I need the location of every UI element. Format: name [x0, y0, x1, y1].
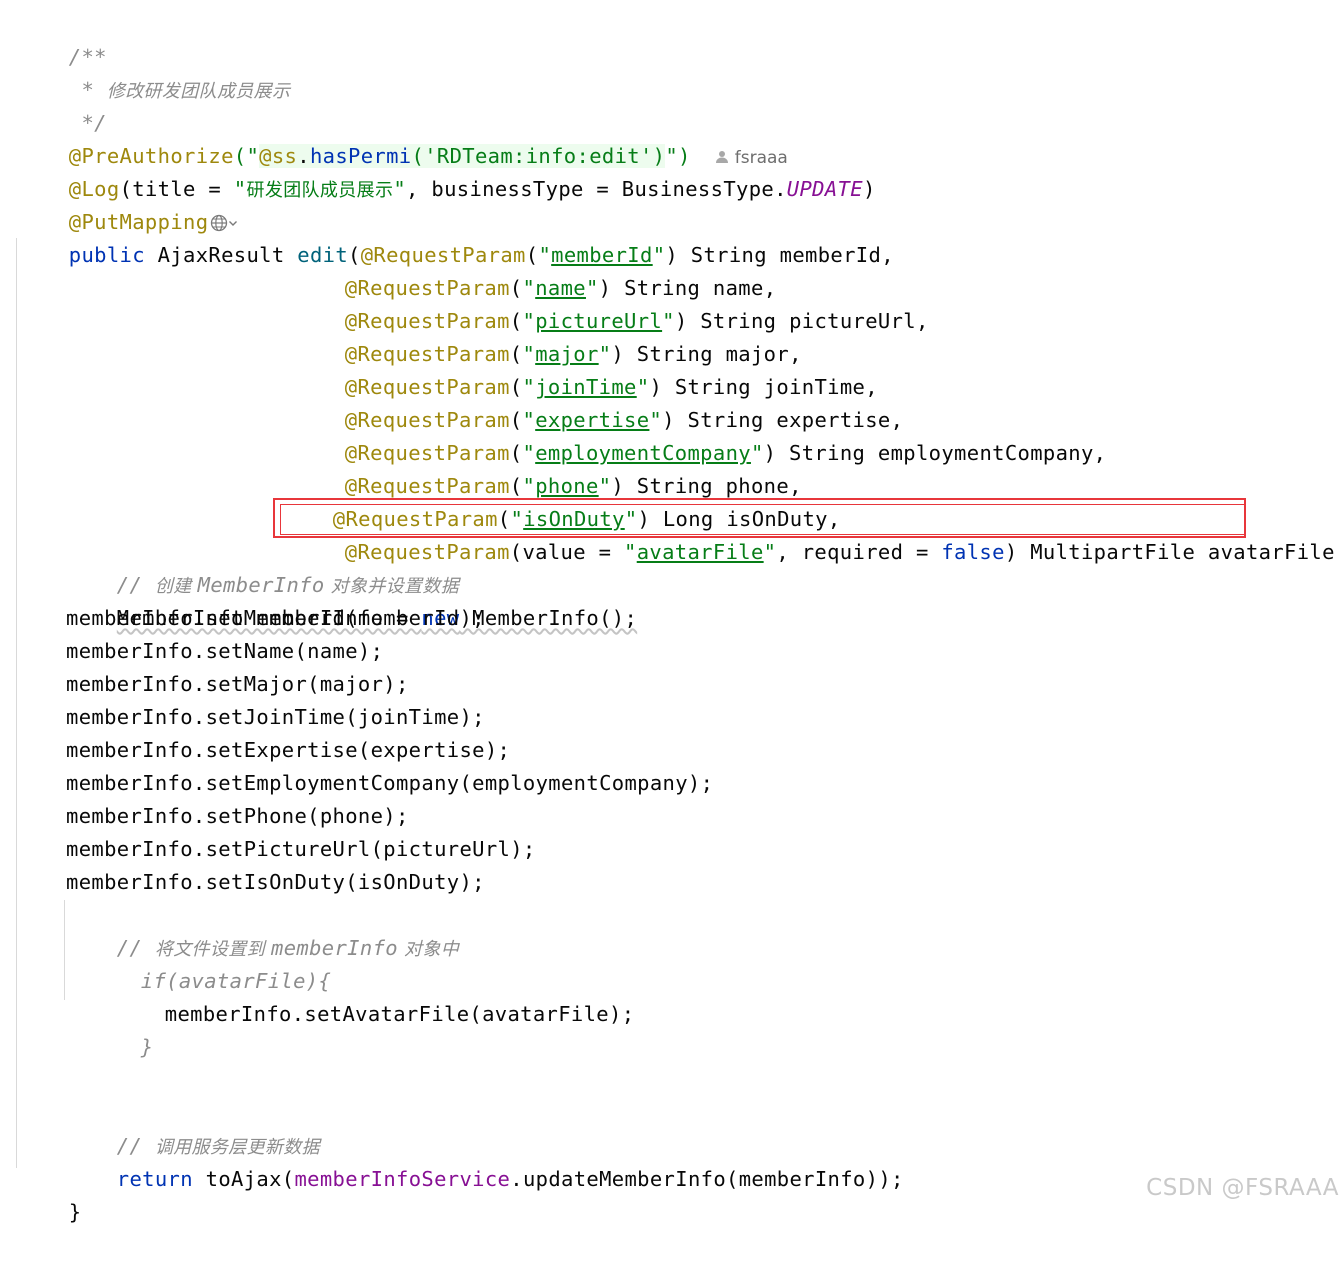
watermark: CSDN @FSRAAA: [1146, 1175, 1339, 1201]
update-constant: UPDATE: [786, 177, 863, 201]
code-line-param[interactable]: @RequestParam("joinTime") String joinTim…: [294, 338, 878, 399]
code-line-putmapping[interactable]: @PutMapping: [18, 173, 238, 234]
code-line-setter[interactable]: memberInfo.setPictureUrl(pictureUrl);: [66, 833, 536, 866]
code-line-log[interactable]: @Log(title = "研发团队成员展示", businessType = …: [18, 140, 876, 201]
code-line-set-avatar[interactable]: memberInfo.setAvatarFile(avatarFile);: [114, 965, 634, 1026]
indent-guide: [16, 238, 17, 1168]
code-line-param[interactable]: @RequestParam("expertise") String expert…: [294, 371, 903, 432]
code-line-if-close[interactable]: }: [90, 998, 153, 1059]
code-line-setter[interactable]: memberInfo.setJoinTime(joinTime);: [66, 701, 485, 734]
code-line-setter[interactable]: memberInfo.setExpertise(expertise);: [66, 734, 510, 767]
code-line-new-member[interactable]: MemberInfo memberInfo = new MemberInfo()…: [66, 569, 637, 630]
code-line-end[interactable]: }: [18, 1163, 81, 1224]
code-line-setter[interactable]: memberInfo.setMajor(major);: [66, 668, 409, 701]
code-line-setter[interactable]: memberInfo.setPhone(phone);: [66, 800, 409, 833]
code-line-3[interactable]: */: [18, 74, 107, 135]
indent-guide-if: [64, 900, 65, 1000]
code-line-comment-service[interactable]: // 调用服务层更新数据: [66, 1097, 320, 1158]
public-keyword: public: [68, 243, 145, 267]
code-line-setter[interactable]: memberInfo.setEmploymentCompany(employme…: [66, 767, 713, 800]
code-line-setter[interactable]: memberInfo.setName(name);: [66, 635, 383, 668]
code-line-avatar-param[interactable]: @RequestParam(value = "avatarFile", requ…: [294, 503, 1343, 564]
code-line-param[interactable]: @RequestParam("employmentCompany") Strin…: [294, 404, 1106, 465]
code-line-1[interactable]: /**: [18, 8, 107, 69]
code-line-param[interactable]: @RequestParam("phone") String phone,: [294, 437, 802, 498]
code-line-param[interactable]: @RequestParam("pictureUrl") String pictu…: [294, 272, 929, 333]
code-line-preauthorize[interactable]: @PreAuthorize("@ss.hasPermi('RDTeam:info…: [18, 107, 788, 168]
code-line-signature[interactable]: public AjaxResult edit(@RequestParam("me…: [18, 206, 894, 267]
code-line-if[interactable]: if(avatarFile){: [90, 932, 331, 993]
service-field: memberInfoService: [294, 1167, 511, 1191]
code-line-2[interactable]: * 修改研发团队成员展示: [18, 41, 290, 102]
code-line-return[interactable]: return toAjax(memberInfoService.updateMe…: [66, 1130, 904, 1191]
false-keyword: false: [941, 540, 1005, 564]
code-line-param[interactable]: @RequestParam("isOnDuty") Long isOnDuty,: [282, 470, 841, 531]
javadoc-text: 修改研发团队成员展示: [106, 81, 291, 102]
code-line-comment-file[interactable]: // 将文件设置到 memberInfo 对象中: [66, 899, 459, 960]
return-keyword: return: [116, 1167, 193, 1191]
avatar-param-name[interactable]: avatarFile: [637, 540, 764, 564]
code-editor[interactable]: /** * 修改研发团队成员展示 */ @PreAuthorize("@ss.h…: [0, 0, 1343, 1224]
code-line-param[interactable]: @RequestParam("major") String major,: [294, 305, 802, 366]
log-title-string: 研发团队成员展示: [246, 180, 394, 201]
code-line-setter[interactable]: memberInfo.setIsOnDuty(isOnDuty);: [66, 866, 485, 899]
code-line-setter[interactable]: memberInfo.setMemberId(memberId);: [66, 602, 485, 635]
code-line-comment-create[interactable]: // 创建 MemberInfo 对象并设置数据: [66, 536, 459, 597]
code-line-param[interactable]: @RequestParam("name") String name,: [294, 239, 776, 300]
